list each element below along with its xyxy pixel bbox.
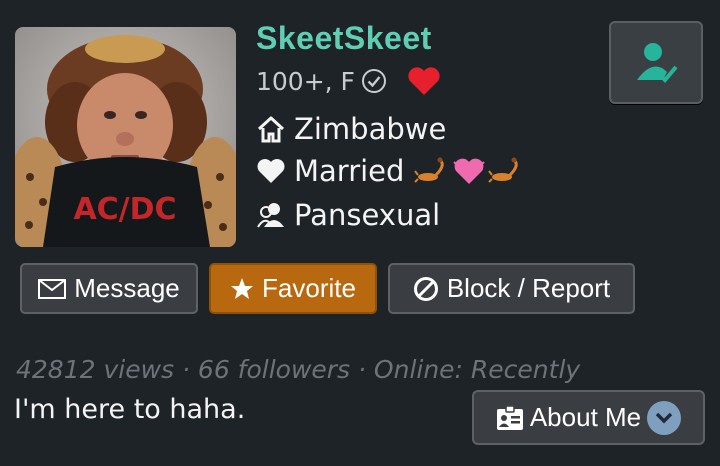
home-icon	[257, 116, 285, 143]
users-icon	[257, 203, 284, 228]
age-gender: 100+, F	[256, 66, 355, 96]
relationship-emoji	[414, 156, 526, 186]
message-label: Message	[74, 273, 180, 303]
envelope-icon	[38, 278, 67, 299]
follow-button[interactable]	[609, 21, 703, 104]
profile-bio: I'm here to haha.	[14, 394, 246, 425]
ban-icon	[413, 276, 438, 301]
favorite-label: Favorite	[262, 273, 356, 303]
scorpion-icon	[488, 157, 519, 183]
orientation-row: Pansexual	[256, 198, 440, 232]
location-text: Zimbabwe	[294, 112, 447, 146]
about-me-button[interactable]: About Me	[472, 390, 705, 445]
chevron-down-icon[interactable]	[647, 400, 682, 435]
profile-avatar[interactable]: AC/DC	[15, 27, 236, 247]
id-card-icon	[496, 404, 523, 430]
about-me-label: About Me	[529, 402, 642, 432]
star-icon	[231, 277, 254, 299]
favorite-button[interactable]: Favorite	[209, 263, 377, 314]
age-gender-row: 100+, F	[256, 66, 441, 96]
scorpion-icon	[414, 157, 445, 183]
message-button[interactable]: Message	[20, 263, 198, 314]
profile-stats: 42812 views · 66 followers · Online: Rec…	[16, 355, 581, 384]
check-circle-icon	[361, 69, 386, 93]
relationship-row: Married	[256, 154, 526, 188]
location-row: Zimbabwe	[256, 112, 446, 146]
user-check-icon	[637, 42, 678, 83]
avatar-shirt-text: AC/DC	[73, 192, 176, 227]
profile-username[interactable]: SkeetSkeet	[256, 20, 432, 57]
block-report-button[interactable]: Block / Report	[388, 263, 635, 314]
heart-icon[interactable]	[407, 66, 441, 96]
orientation-text: Pansexual	[294, 198, 441, 232]
sparkling-heart-icon	[453, 158, 486, 184]
heart-icon	[257, 159, 285, 183]
block-report-label: Block / Report	[446, 273, 611, 303]
relationship-text: Married	[294, 154, 405, 188]
